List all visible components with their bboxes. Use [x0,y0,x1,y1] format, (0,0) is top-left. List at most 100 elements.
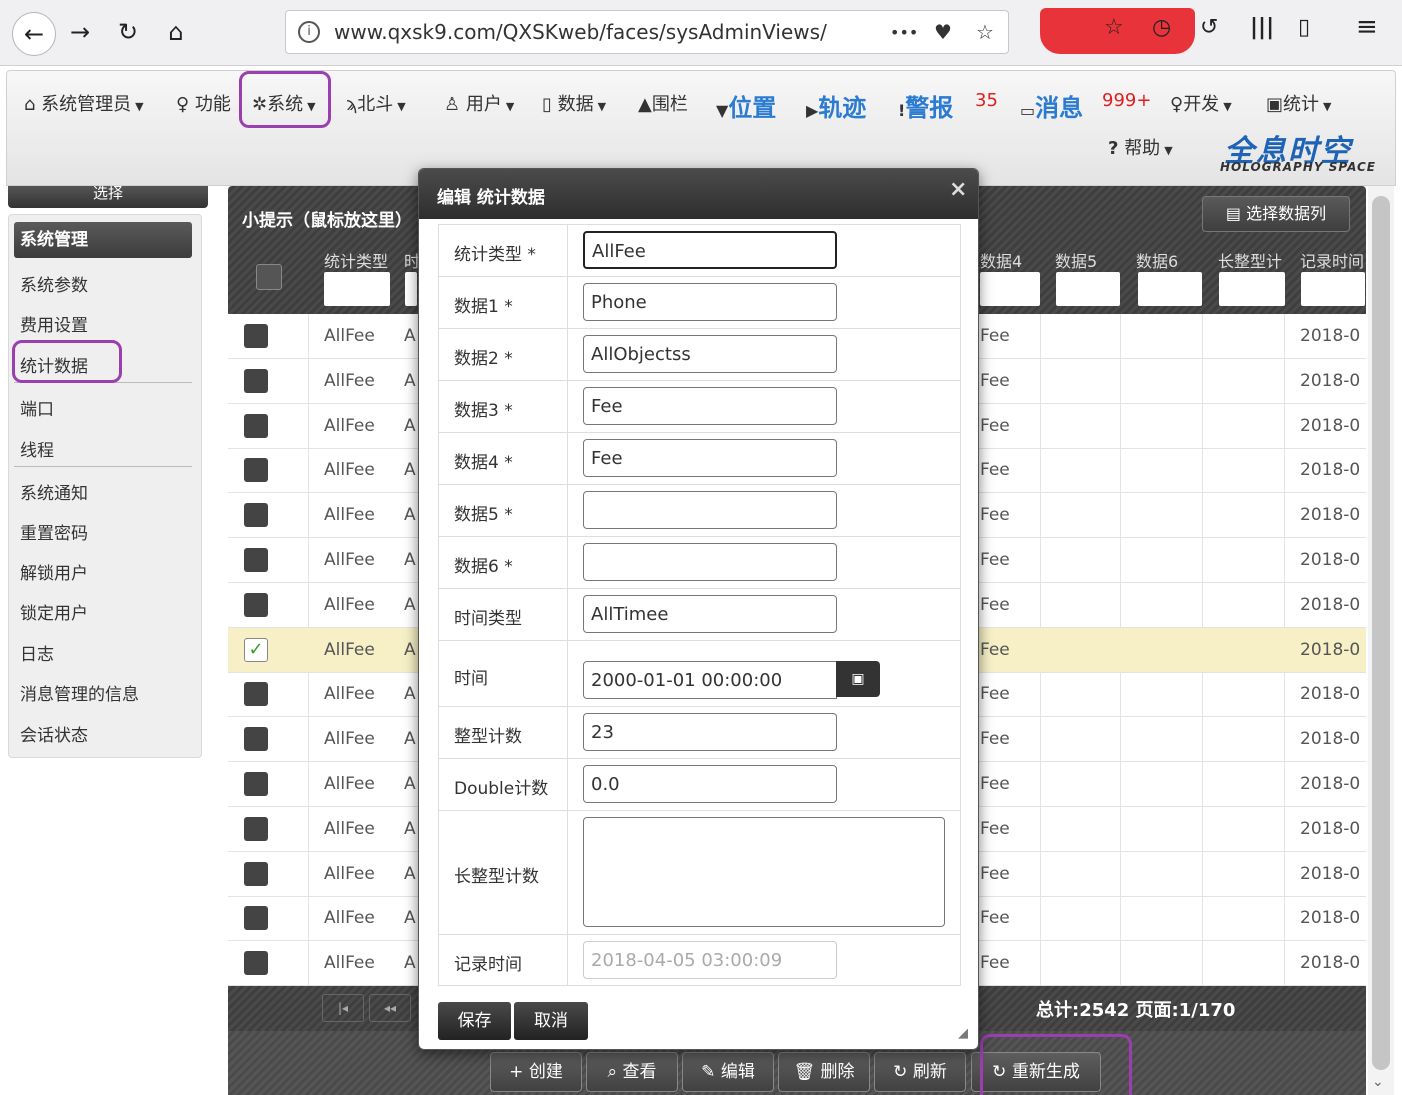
int-count-input[interactable]: 23 [583,713,837,751]
time-type-input[interactable]: AllTimee [583,595,837,633]
long-count-textarea[interactable] [583,817,945,927]
menu-icon[interactable]: ≡ [1356,12,1378,42]
address-bar[interactable]: i www.qxsk9.com/QXSKweb/faces/sysAdminVi… [285,10,1009,54]
filter-input-data6[interactable] [1138,272,1202,306]
close-icon[interactable]: × [949,177,967,202]
save-button[interactable]: 保存 [438,1002,511,1040]
sidebar-item-log[interactable]: 日志 [20,640,54,665]
url-text[interactable]: www.qxsk9.com/QXSKweb/faces/sysAdminView… [334,20,827,44]
row-checkbox[interactable] [244,458,268,483]
nav-user[interactable]: ♙ 用户 ▼ [444,90,514,116]
double-count-input[interactable]: 0.0 [583,765,837,803]
nav-alarm[interactable]: !警报 [898,88,953,123]
sidebar-header[interactable]: 系统管理 [14,222,192,258]
reload-icon[interactable]: ↻ [110,14,146,50]
nav-fence[interactable]: ▲围栏 [638,90,688,116]
scroll-down-icon[interactable]: ⌄ [1372,1074,1384,1090]
nav-beidou[interactable]: ϡ北斗 ▼ [346,90,406,116]
sidebar-item-fee[interactable]: 费用设置 [20,311,88,336]
row-checkbox[interactable] [244,951,268,976]
sidebar-item-params[interactable]: 系统参数 [20,271,88,296]
row-checkbox[interactable] [244,413,268,438]
select-all-checkbox[interactable] [256,264,282,290]
sidebar-item-unlock-user[interactable]: 解锁用户 [20,559,88,584]
sidebar-item-message-mgmt[interactable]: 消息管理的信息 [20,680,139,705]
row-checkbox[interactable] [244,503,268,528]
clock-icon[interactable]: ◷ [1152,15,1171,40]
col-header-type[interactable]: 统计类型 [324,248,394,272]
first-page-button[interactable]: |◂ [322,994,364,1022]
nav-data[interactable]: ▯ 数据 ▼ [542,90,606,116]
library-icon[interactable]: ||| [1250,15,1274,40]
data1-input[interactable]: Phone [583,283,837,321]
home-icon[interactable]: ⌂ [158,14,194,50]
create-button[interactable]: + 创建 [490,1052,582,1092]
col-header-record-time[interactable]: 记录时间 [1300,248,1366,272]
row-checkbox[interactable] [244,772,268,796]
forward-icon[interactable]: → [62,14,98,50]
row-checkbox[interactable]: ✓ [244,637,268,662]
col-header-data5[interactable]: 数据5 [1055,248,1119,272]
col-header-data6[interactable]: 数据6 [1136,248,1200,272]
dialog-header[interactable]: 编辑 统计数据 × [419,169,978,219]
row-checkbox[interactable] [244,816,268,841]
more-icon[interactable]: ••• [890,23,918,42]
filter-input-record-time[interactable] [1301,272,1365,306]
scrollbar-thumb[interactable] [1372,196,1390,1070]
row-checkbox[interactable] [244,682,268,707]
row-checkbox[interactable] [244,727,268,752]
col-header-data4[interactable]: 数据4 [980,248,1040,272]
refresh-button[interactable]: ↻ 刷新 [874,1052,966,1092]
extension-star-icon[interactable]: ☆ [1104,15,1124,40]
sidebar-item-lock-user[interactable]: 锁定用户 [20,599,88,624]
back-icon[interactable]: ← [12,12,56,56]
calendar-icon[interactable]: ▣ [836,661,880,697]
filter-input-long[interactable] [1219,272,1285,306]
sidebar-item-notice[interactable]: 系统通知 [20,479,88,504]
sidebar-item-thread[interactable]: 线程 [20,436,54,461]
select-columns-button[interactable]: ▤ 选择数据列 [1202,196,1350,232]
data4-input[interactable]: Fee [583,439,837,477]
cancel-button[interactable]: 取消 [514,1002,588,1040]
nav-feature[interactable]: ♀ 功能 [176,90,231,116]
edit-button[interactable]: ✎ 编辑 [682,1052,774,1092]
filter-input-time[interactable] [405,272,417,306]
nav-message[interactable]: ▭消息 [1020,88,1083,123]
sidebar-item-reset-password[interactable]: 重置密码 [20,519,88,544]
history-icon[interactable]: ↺ [1200,15,1218,40]
filter-input-type[interactable] [324,272,390,306]
row-checkbox[interactable] [244,548,268,572]
nav-track[interactable]: ▶轨迹 [806,88,866,123]
sidebar-toggle-icon[interactable]: ▯ [1298,15,1310,40]
filter-input-data4[interactable] [980,272,1040,306]
nav-location[interactable]: ▼位置 [716,88,776,123]
stat-type-input[interactable]: AllFee [583,231,837,269]
bookmark-star-icon[interactable]: ☆ [976,20,994,44]
row-checkbox[interactable] [244,906,268,931]
data6-input[interactable] [583,543,837,581]
nav-stats[interactable]: ▣统计 ▼ [1266,90,1331,116]
nav-admin[interactable]: ⌂ 系统管理员 ▼ [24,90,144,116]
time-input[interactable]: 2000-01-01 00:00:00 [583,661,837,699]
filter-input-data5[interactable] [1056,272,1120,306]
delete-button[interactable]: 🗑 删除 [778,1052,870,1092]
col-header-time[interactable]: 时 [404,248,418,272]
sidebar-toggle[interactable]: 选择 [8,186,208,208]
info-icon[interactable]: i [298,21,320,43]
view-button[interactable]: ⌕ 查看 [586,1052,678,1092]
row-checkbox[interactable] [244,324,268,348]
pocket-icon[interactable]: ♥ [934,20,952,44]
row-checkbox[interactable] [244,861,268,886]
resize-handle-icon[interactable]: ◢ [958,1026,972,1041]
data5-input[interactable] [583,491,837,529]
col-header-long[interactable]: 长整型计 [1218,248,1288,272]
nav-help[interactable]: ? 帮助 ▼ [1108,134,1173,160]
sidebar-item-port[interactable]: 端口 [20,395,54,420]
sidebar-item-session[interactable]: 会话状态 [20,721,88,746]
nav-dev[interactable]: ♀开发 ▼ [1170,90,1232,116]
data2-input[interactable]: AllObjectss [583,335,837,373]
row-checkbox[interactable] [244,592,268,617]
data3-input[interactable]: Fee [583,387,837,425]
prev-page-button[interactable]: ◂◂ [369,994,411,1022]
row-checkbox[interactable] [244,368,268,393]
